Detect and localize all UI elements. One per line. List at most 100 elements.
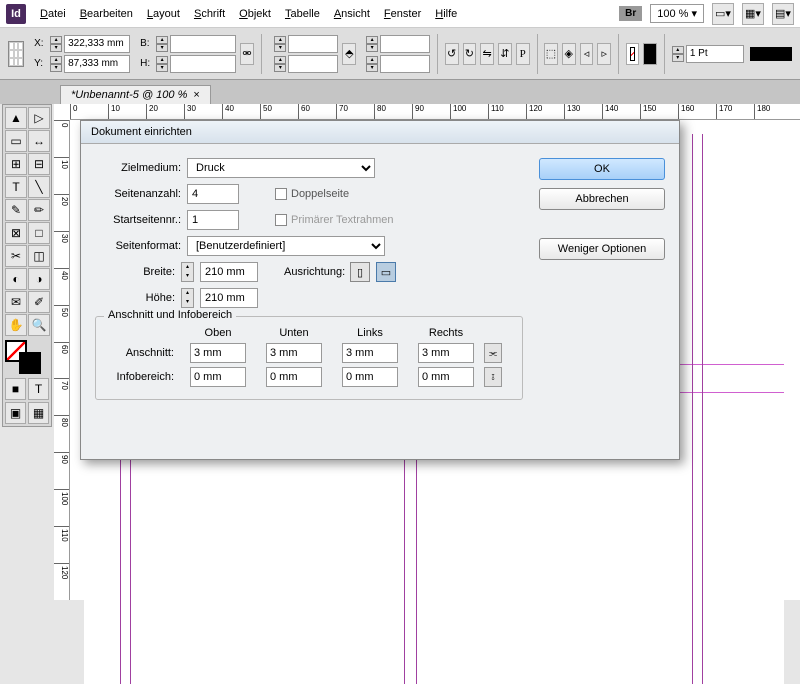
rectangle-tool[interactable]: □ — [28, 222, 50, 244]
content-collector-tool[interactable]: ⊞ — [5, 153, 27, 175]
menu-datei[interactable]: Datei — [40, 8, 66, 20]
w-input[interactable] — [170, 35, 236, 53]
normal-view-icon[interactable]: ▣ — [5, 402, 26, 424]
constrain-icon[interactable]: ⚮ — [240, 43, 254, 65]
zielmedium-select[interactable]: Druck — [187, 158, 375, 178]
col-rechts: Rechts — [408, 327, 484, 339]
infobereich-label: Infobereich: — [106, 371, 180, 383]
info-unten-input[interactable] — [266, 367, 322, 387]
rectangle-frame-tool[interactable]: ⊠ — [5, 222, 27, 244]
orientation-landscape-button[interactable]: ▭ — [376, 262, 396, 282]
flip-h-icon[interactable]: ⇋ — [480, 43, 494, 65]
fill-swatch[interactable] — [626, 43, 640, 65]
hand-tool[interactable]: ✋ — [5, 314, 27, 336]
anschnitt-oben-input[interactable] — [190, 343, 246, 363]
anschnitt-links-input[interactable] — [342, 343, 398, 363]
info-oben-input[interactable] — [190, 367, 246, 387]
horizontal-ruler[interactable]: 0102030405060708090100110120130140150160… — [70, 104, 800, 120]
info-link-icon[interactable]: ⫱ — [484, 367, 502, 387]
textrahmen-checkbox[interactable]: Primärer Textrahmen — [275, 214, 394, 226]
seitenformat-select[interactable]: [Benutzerdefiniert] — [187, 236, 385, 256]
reference-point[interactable] — [8, 41, 24, 67]
view-options-icon[interactable]: ▤▾ — [772, 3, 794, 25]
info-rechts-input[interactable] — [418, 367, 474, 387]
cancel-button[interactable]: Abbrechen — [539, 188, 665, 210]
y-label: Y: — [34, 58, 48, 69]
ok-button[interactable]: OK — [539, 158, 665, 180]
paragraph-icon[interactable]: P — [516, 43, 530, 65]
less-options-button[interactable]: Weniger Optionen — [539, 238, 665, 260]
type-tool[interactable]: T — [5, 176, 27, 198]
direct-selection-tool[interactable]: ▷ — [28, 107, 50, 129]
menu-fenster[interactable]: Fenster — [384, 8, 421, 20]
select-container-icon[interactable]: ⬚ — [544, 43, 558, 65]
menu-schrift[interactable]: Schrift — [194, 8, 225, 20]
seitenanzahl-input[interactable] — [187, 184, 239, 204]
line-tool[interactable]: ╲ — [28, 176, 50, 198]
hoehe-input[interactable] — [200, 288, 258, 308]
bridge-button[interactable]: Br — [619, 6, 642, 21]
gradient-feather-tool[interactable]: ◑ — [28, 268, 50, 290]
selection-tool[interactable]: ▲ — [5, 107, 27, 129]
gap-tool[interactable]: ↔ — [28, 130, 50, 152]
shear-input[interactable] — [380, 55, 430, 73]
rotate-ccw-icon[interactable]: ↺ — [445, 43, 459, 65]
scale-x-input[interactable] — [288, 35, 338, 53]
rotate-input[interactable] — [380, 35, 430, 53]
gradient-swatch-tool[interactable]: ◐ — [5, 268, 27, 290]
apply-text-icon[interactable]: T — [28, 378, 49, 400]
select-content-icon[interactable]: ◈ — [562, 43, 576, 65]
menu-hilfe[interactable]: Hilfe — [435, 8, 457, 20]
eyedropper-tool[interactable]: ✐ — [28, 291, 50, 313]
menu-tabelle[interactable]: Tabelle — [285, 8, 320, 20]
x-label: X: — [34, 38, 48, 49]
scissors-tool[interactable]: ✂ — [5, 245, 27, 267]
startseite-input[interactable] — [187, 210, 239, 230]
free-transform-tool[interactable]: ◫ — [28, 245, 50, 267]
preview-view-icon[interactable]: ▦ — [28, 402, 49, 424]
zoom-tool[interactable]: 🔍 — [28, 314, 50, 336]
vertical-ruler[interactable]: 0102030405060708090100110120 — [54, 120, 70, 600]
app-logo: Id — [6, 4, 26, 24]
anschnitt-label: Anschnitt: — [106, 347, 180, 359]
x-input[interactable] — [64, 35, 130, 53]
content-placer-tool[interactable]: ⊟ — [28, 153, 50, 175]
color-swatches[interactable] — [5, 340, 49, 376]
screen-mode-icon[interactable]: ▭▾ — [712, 3, 734, 25]
anschnitt-rechts-input[interactable] — [418, 343, 474, 363]
breite-input[interactable] — [200, 262, 258, 282]
stroke-color[interactable] — [19, 352, 41, 374]
link-scale-icon[interactable]: ⬘ — [342, 43, 356, 65]
document-tab[interactable]: *Unbenannt-5 @ 100 % × — [60, 85, 211, 104]
zielmedium-label: Zielmedium: — [95, 162, 181, 174]
orientation-portrait-button[interactable]: ▯ — [350, 262, 370, 282]
tab-close-icon[interactable]: × — [193, 89, 199, 101]
stroke-swatch[interactable] — [643, 43, 657, 65]
flip-v-icon[interactable]: ⇵ — [498, 43, 512, 65]
menu-layout[interactable]: Layout — [147, 8, 180, 20]
menu-ansicht[interactable]: Ansicht — [334, 8, 370, 20]
menu-objekt[interactable]: Objekt — [239, 8, 271, 20]
page-tool[interactable]: ▭ — [5, 130, 27, 152]
stroke-style-select[interactable] — [750, 47, 792, 61]
note-tool[interactable]: ✉ — [5, 291, 27, 313]
anschnitt-unten-input[interactable] — [266, 343, 322, 363]
pen-tool[interactable]: ✎ — [5, 199, 27, 221]
menu-bearbeiten[interactable]: Bearbeiten — [80, 8, 133, 20]
scale-y-input[interactable] — [288, 55, 338, 73]
ausrichtung-label: Ausrichtung: — [284, 266, 344, 278]
pencil-tool[interactable]: ✏ — [28, 199, 50, 221]
arrange-icon[interactable]: ▦▾ — [742, 3, 764, 25]
select-prev-icon[interactable]: ◃ — [580, 43, 594, 65]
apply-color-icon[interactable]: ■ — [5, 378, 26, 400]
rotate-cw-icon[interactable]: ↻ — [463, 43, 477, 65]
y-input[interactable] — [64, 55, 130, 73]
stroke-weight-input[interactable] — [686, 45, 744, 63]
select-next-icon[interactable]: ▹ — [597, 43, 611, 65]
anschnitt-link-icon[interactable]: ⫘ — [484, 343, 502, 363]
doppelseite-checkbox[interactable]: Doppelseite — [275, 188, 349, 200]
info-links-input[interactable] — [342, 367, 398, 387]
zoom-field[interactable]: 100 % ▾ — [650, 4, 704, 23]
h-input[interactable] — [170, 55, 236, 73]
startseite-label: Startseitennr.: — [95, 214, 181, 226]
